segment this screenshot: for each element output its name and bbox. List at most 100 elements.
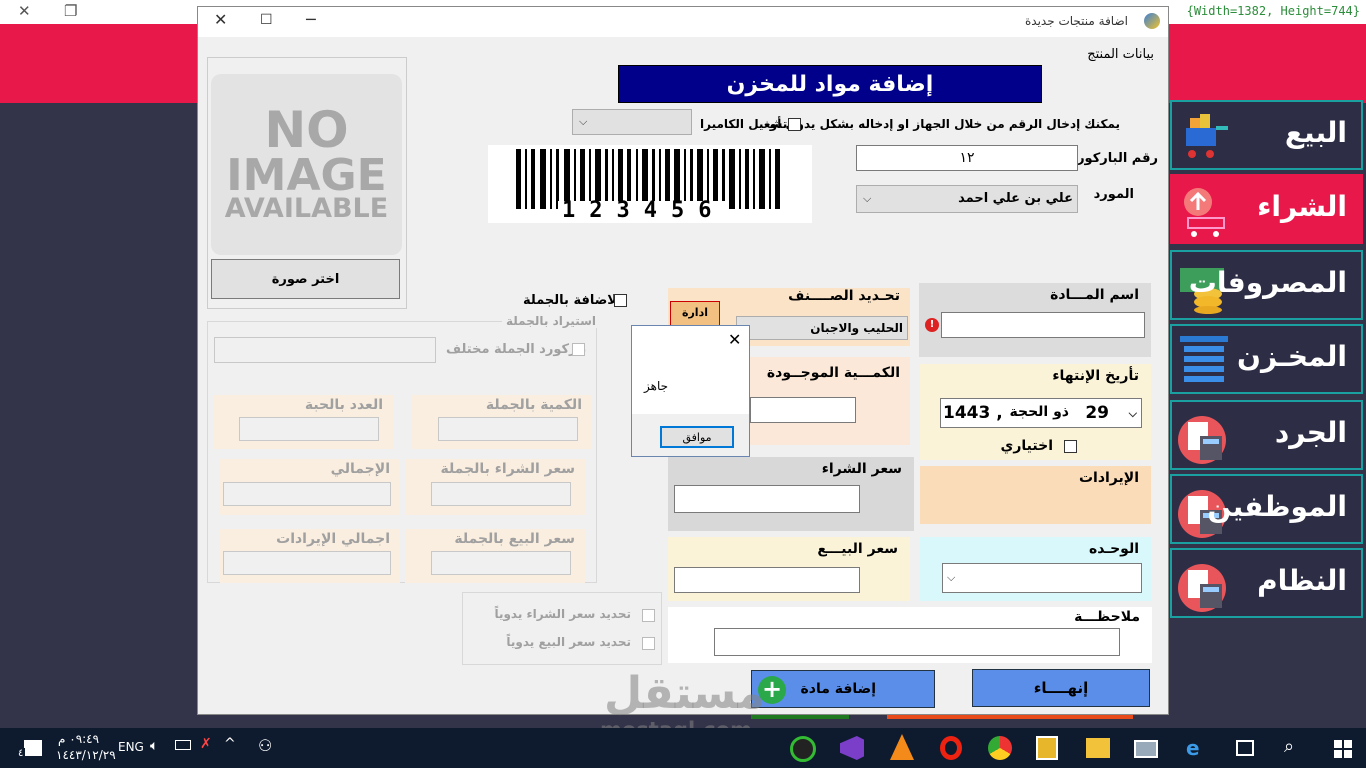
piece-count-input[interactable] (239, 417, 379, 441)
camera-checkbox[interactable] (788, 118, 801, 131)
battery-icon[interactable] (175, 740, 191, 750)
no-image-line-2: IMAGE (226, 149, 387, 201)
restore-icon[interactable]: ❐ (64, 2, 77, 20)
supplier-select[interactable]: ⌵ علي بن علي احمد (856, 185, 1078, 213)
opera-icon[interactable] (940, 736, 962, 760)
search-icon[interactable]: ⌕ (1284, 736, 1294, 757)
calculator-icon (1178, 564, 1226, 612)
chrome-icon[interactable] (988, 736, 1012, 760)
wholesale-sell-price-panel: سعر البيع بالجملة (405, 529, 585, 583)
nav-inventory-label: الجرد (1274, 416, 1347, 449)
message-text: جاهز (644, 379, 669, 393)
wholesale-buy-price-input[interactable] (431, 482, 571, 506)
page-header: إضافة مواد للمخزن (618, 65, 1042, 103)
visual-studio-icon[interactable] (840, 736, 864, 760)
total-revenue-input[interactable] (223, 551, 391, 575)
maximize-icon[interactable]: ☐ (260, 12, 273, 28)
sell-price-input[interactable] (674, 567, 860, 593)
nav-system-label: النظام (1257, 564, 1347, 597)
chevron-down-icon: ⌵ (579, 115, 588, 128)
nav-system[interactable]: النظام (1170, 548, 1363, 618)
barcode-label: رقم الباركورد (1070, 151, 1158, 166)
wholesale-buy-price-panel: سعر الشراء بالجملة (405, 459, 585, 515)
unit-label: الوحـده (1088, 541, 1139, 557)
revenue-label: الإيرادات (1078, 470, 1139, 486)
task-view-icon[interactable] (1236, 740, 1254, 756)
dialog-title: اضافة منتجات جديدة (1025, 14, 1128, 28)
app-icon-green[interactable] (790, 736, 816, 762)
material-name-input[interactable] (941, 312, 1145, 338)
choose-image-button[interactable]: اختر صورة (211, 259, 400, 299)
manual-buy-price-label: تحديد سعر الشراء يدوياً (494, 607, 631, 621)
purchase-price-input[interactable] (674, 485, 860, 513)
error-icon: ! (925, 318, 939, 332)
expiry-date-picker[interactable]: 29 ذو الحجة 1443 , ⌵ (940, 398, 1142, 428)
close-icon[interactable]: ✕ (728, 330, 741, 349)
ok-button[interactable]: موافق (660, 426, 734, 448)
expiry-month: ذو الحجة (1009, 404, 1070, 420)
app-icon (1144, 13, 1160, 29)
nav-purchase[interactable]: الشراء (1170, 174, 1363, 244)
unit-select[interactable]: ⌵ (942, 563, 1142, 593)
wholesale-barcode-input[interactable] (214, 337, 436, 363)
purchase-price-panel: سعر الشراء (668, 457, 914, 531)
network-icon[interactable]: ✗ (200, 736, 212, 752)
warehouse-icon (1180, 336, 1228, 382)
nav-inventory[interactable]: الجرد (1170, 400, 1363, 470)
nav-employees[interactable]: الموظفين (1170, 474, 1363, 544)
manual-buy-price-checkbox[interactable] (642, 609, 655, 622)
wholesale-barcode-diff-label: باركورد الجملة مختلف (446, 342, 587, 357)
nav-warehouse[interactable]: المخـزن (1170, 324, 1363, 394)
wholesale-add-checkbox[interactable] (614, 294, 627, 307)
nav-expenses[interactable]: المصروفات (1170, 250, 1363, 320)
wholesale-sell-price-input[interactable] (431, 551, 571, 575)
chevron-down-icon: ⌵ (863, 192, 872, 205)
notes-input[interactable] (714, 628, 1120, 656)
manual-sell-price-checkbox[interactable] (642, 637, 655, 650)
wholesale-barcode-diff-checkbox[interactable] (572, 343, 585, 356)
chevron-up-icon[interactable]: ^ (224, 736, 236, 752)
wholesale-qty-label: الكمية بالجملة (485, 397, 582, 413)
wholesale-qty-panel: الكمية بالجملة (412, 395, 592, 449)
barcode-input[interactable]: ١٢ (856, 145, 1078, 171)
close-icon[interactable]: ✕ (18, 2, 31, 20)
camera-select[interactable]: ⌵ (572, 109, 692, 135)
edge-icon[interactable]: e (1186, 736, 1200, 760)
people-icon[interactable]: ⚇ (258, 736, 272, 755)
supplier-value: علي بن علي احمد (958, 191, 1073, 206)
category-select[interactable]: الحليب والاجبان (736, 316, 908, 340)
existing-qty-label: الكمـــية الموجــودة (766, 365, 900, 381)
windows-start-icon[interactable] (1334, 740, 1352, 758)
notification-count: ٤ (16, 748, 26, 759)
language-indicator[interactable]: ENG (118, 740, 144, 754)
piece-count-panel: العدد بالحبة (213, 395, 393, 449)
sell-price-label: سعر البيـــع (817, 541, 898, 557)
unit-panel: الوحـده ⌵ (920, 537, 1151, 601)
notifications-icon[interactable]: ٤ (16, 740, 42, 759)
category-label: تحـديد الصــــنف (788, 288, 900, 304)
purchase-price-label: سعر الشراء (821, 461, 902, 477)
minimize-icon[interactable]: ─ (306, 10, 316, 29)
purchase-cart-icon (1184, 188, 1225, 237)
file-explorer-icon[interactable] (1086, 738, 1110, 758)
finish-button[interactable]: إنهــــاء (972, 669, 1150, 707)
taskbar-date: ١٤٤٣/١٢/٢٩ (56, 748, 116, 762)
total-input[interactable] (223, 482, 391, 506)
add-material-button[interactable]: + إضافة مادة (751, 670, 935, 708)
close-icon[interactable]: ✕ (214, 10, 227, 29)
existing-qty-input[interactable] (750, 397, 856, 423)
barcode-image: 123456 (488, 145, 812, 223)
vlc-icon[interactable] (890, 734, 914, 760)
store-icon[interactable] (1036, 736, 1058, 760)
nav-sales[interactable]: البيع (1170, 100, 1363, 170)
total-revenue-label: اجمالي الإيرادات (276, 531, 390, 547)
volume-icon[interactable]: 🔈︎ (150, 738, 158, 754)
optional-checkbox[interactable] (1064, 440, 1077, 453)
expiry-day: 29 (1085, 403, 1109, 423)
dialog-title-bar: ✕ ☐ ─ اضافة منتجات جديدة (198, 7, 1168, 37)
mail-icon[interactable] (1134, 740, 1158, 758)
wholesale-qty-input[interactable] (438, 417, 578, 441)
wholesale-buy-price-label: سعر الشراء بالجملة (440, 461, 575, 477)
expiry-year: 1443 , (943, 403, 1003, 423)
image-panel: NO IMAGE AVAILABLE اختر صورة (207, 57, 407, 309)
